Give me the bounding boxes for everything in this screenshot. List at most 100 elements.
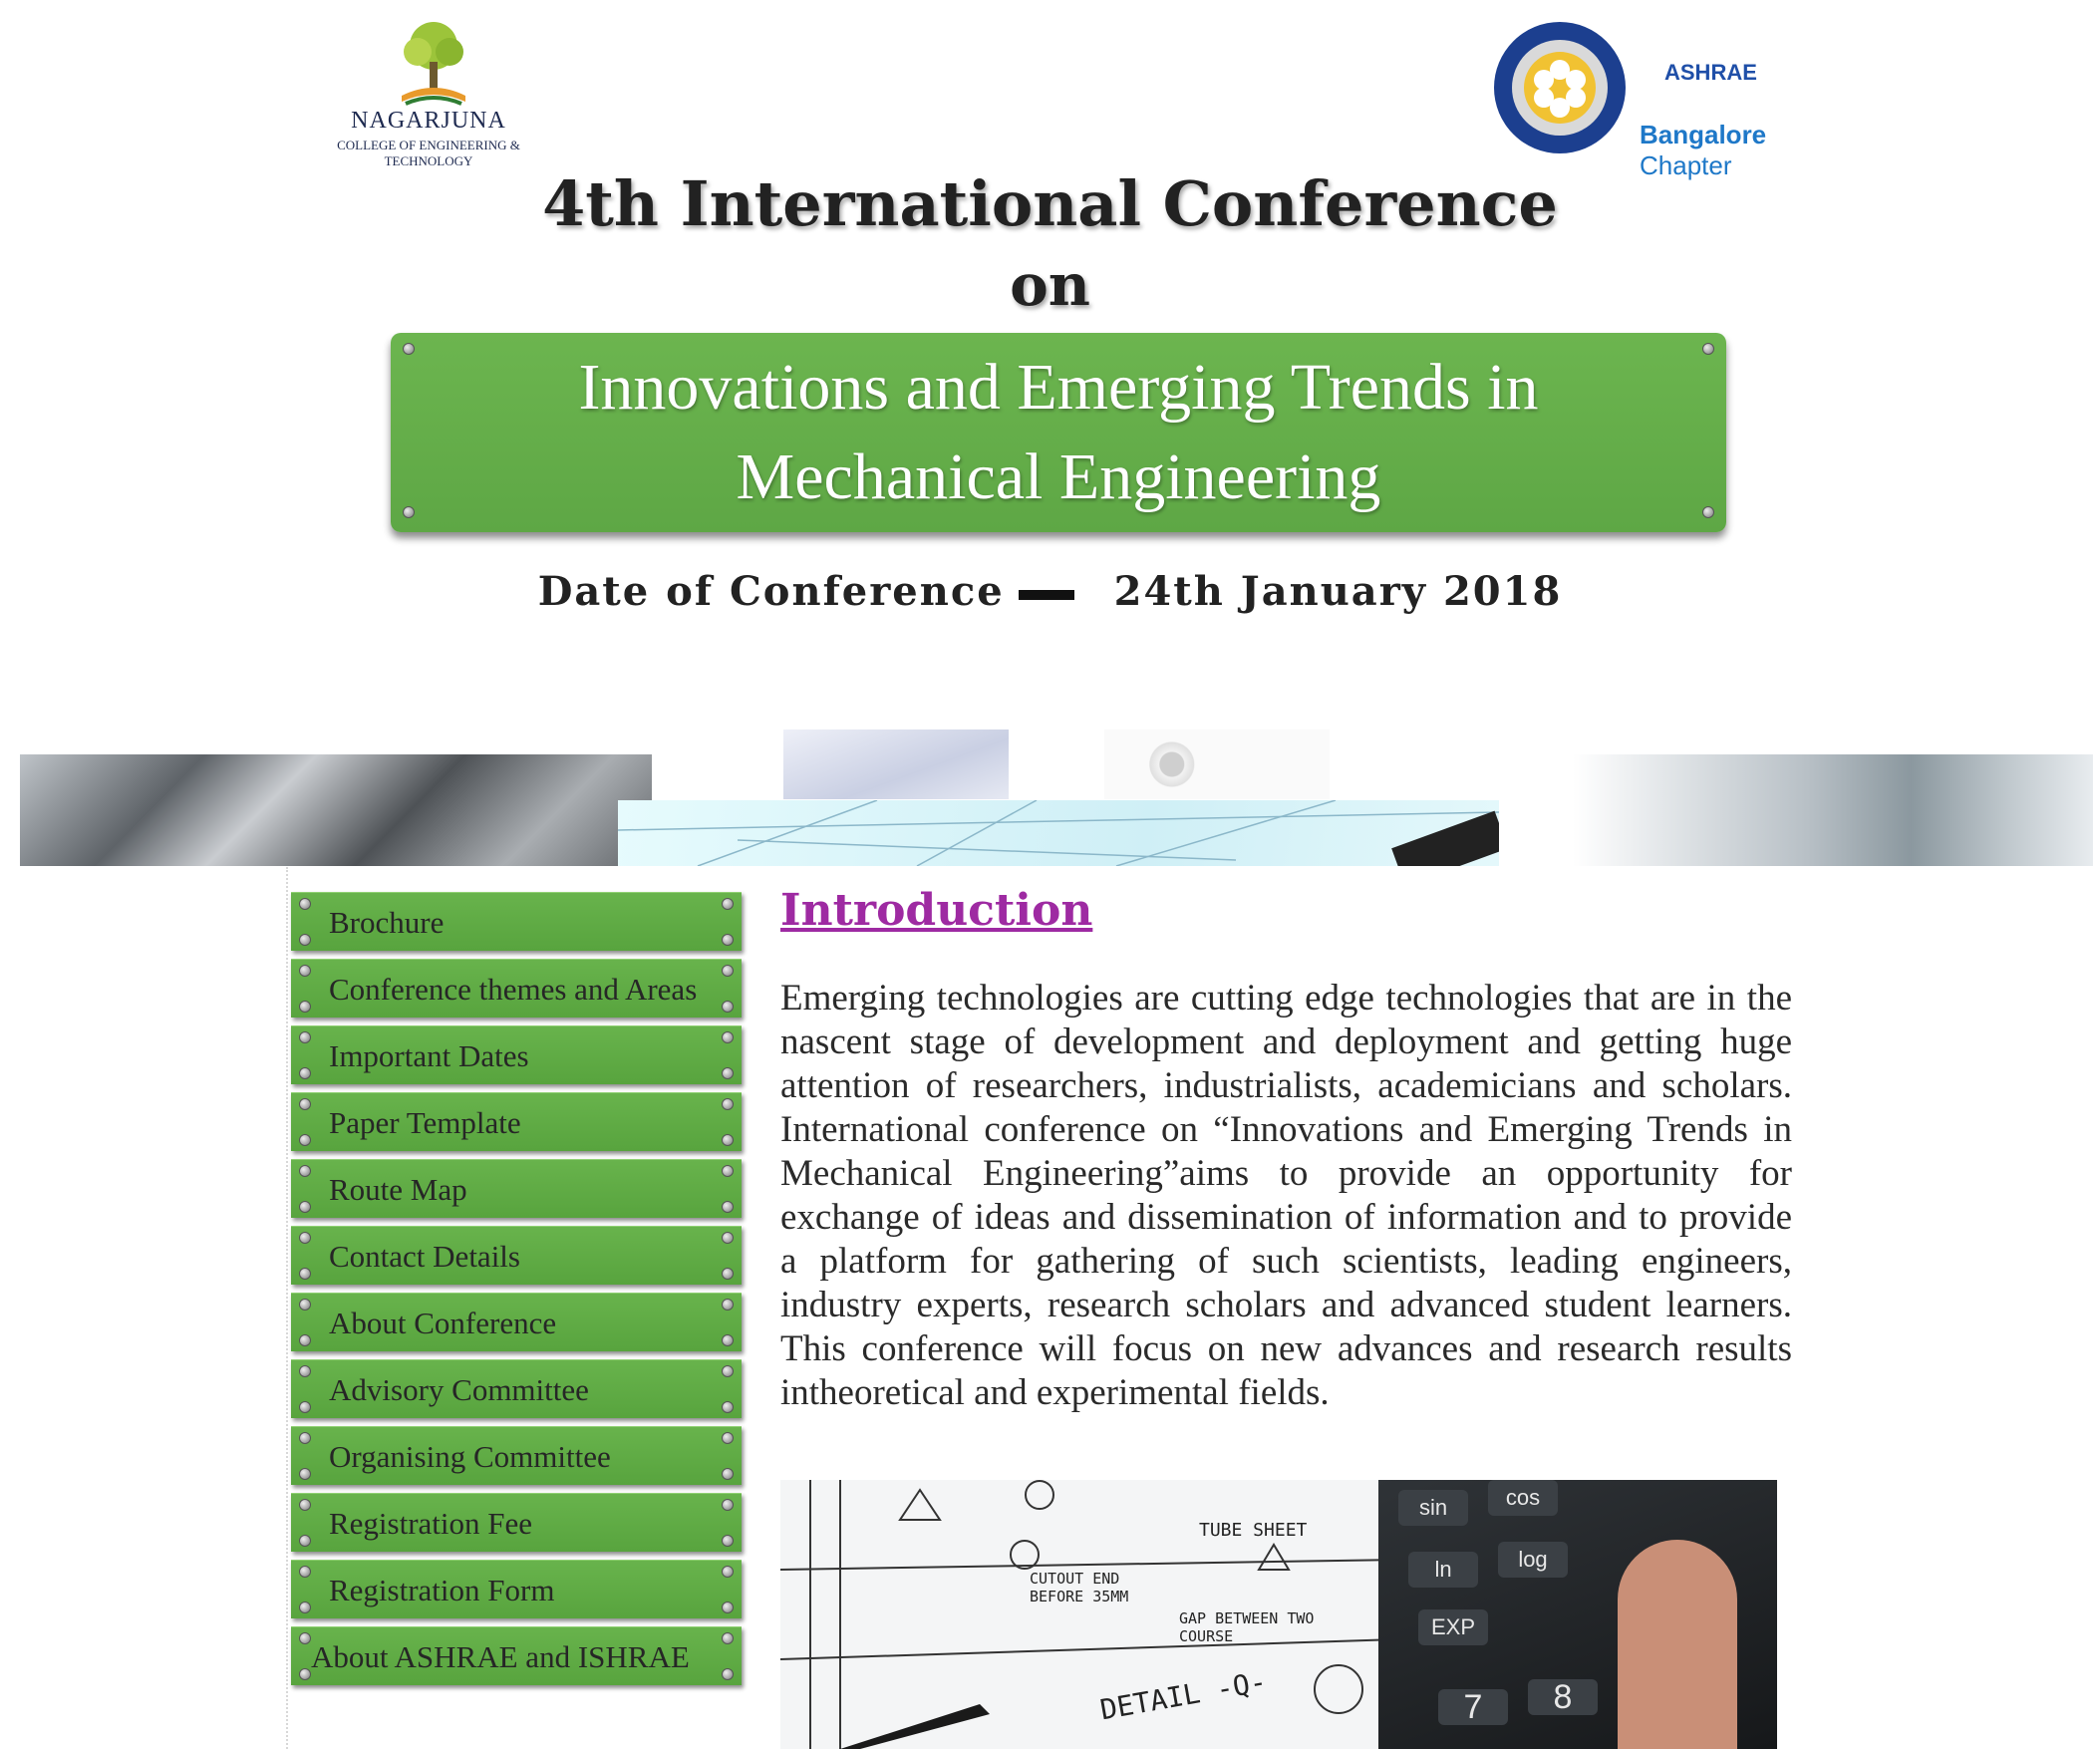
introduction-heading: Introduction [780,885,1093,936]
rivet-icon [299,1165,311,1177]
nav-label: Paper Template [329,1105,521,1140]
ashrae-logo: ASHRAE Bangalore Chapter [1490,18,1829,180]
blueprint-lines-icon [618,800,1499,866]
rivet-icon [722,1566,734,1578]
calculator-key: EXP [1418,1609,1488,1645]
nav-important-dates[interactable]: Important Dates [291,1025,742,1084]
rivet-icon [722,1468,734,1480]
calculator-key: ln [1408,1552,1478,1588]
nav-label: Route Map [329,1172,467,1207]
date-label: Date of Conference [537,568,1005,615]
conference-date: Date of Conference 24th January 2018 [0,568,2100,615]
drawing-note: GAP BETWEEN TWO COURSE [1179,1609,1315,1645]
nav-paper-template[interactable]: Paper Template [291,1092,742,1151]
rivet-icon [722,1668,734,1680]
banner-line-2: Mechanical Engineering [736,440,1381,513]
rivet-icon [299,1268,311,1280]
nav-label: Registration Form [329,1573,555,1607]
rivet-icon [722,1432,734,1444]
rivet-icon [722,1299,734,1311]
introduction-text: Emerging technologies are cutting edge t… [780,978,1792,1413]
engine-image [20,754,652,866]
conference-theme-banner: Innovations and Emerging Trends in Mecha… [391,333,1726,532]
rivet-icon [299,1334,311,1346]
rivet-icon [722,1632,734,1644]
rivet-icon [299,1499,311,1511]
rivet-icon [722,1232,734,1244]
rivet-icon [722,1001,734,1013]
nav-registration-form[interactable]: Registration Form [291,1560,742,1618]
rivet-icon [722,1268,734,1280]
rivet-icon [299,1134,311,1146]
calculator-key: cos [1488,1480,1558,1516]
nav-label: About ASHRAE and ISHRAE [311,1639,690,1674]
rivet-icon [299,1602,311,1613]
dash-divider [1018,590,1074,600]
rivet-icon [722,1535,734,1547]
finger-image [1618,1540,1737,1749]
date-value: 24th January 2018 [1113,568,1563,615]
nav-about-ashrae-ishrae[interactable]: About ASHRAE and ISHRAE [291,1626,742,1685]
nav-label: Organising Committee [329,1439,611,1474]
calculator-key: sin [1398,1490,1468,1526]
calculator-key: 8 [1528,1679,1598,1715]
rivet-icon [299,1566,311,1578]
nav-conference-themes[interactable]: Conference themes and Areas [291,959,742,1018]
blueprint-strip-image [618,800,1499,866]
tree-logo-icon [402,22,465,106]
rivet-icon [299,1232,311,1244]
rivet-icon [722,1499,734,1511]
pump-cutaway-image [1573,754,2093,866]
calculator: sin cos ln log EXP 7 8 [1378,1480,1777,1749]
rivet-icon [299,1668,311,1680]
paper-rolls-image [783,729,1009,799]
nav-registration-fee[interactable]: Registration Fee [291,1493,742,1552]
rivet-icon [299,1201,311,1213]
nav-contact-details[interactable]: Contact Details [291,1226,742,1285]
rivet-icon [299,934,311,946]
calculator-key: 7 [1438,1689,1508,1725]
rivet-icon [722,1098,734,1110]
rivet-icon [299,1001,311,1013]
rivet-icon [299,1098,311,1110]
rivet-icon [299,1365,311,1377]
nav-label: About Conference [329,1306,557,1340]
nav-advisory-committee[interactable]: Advisory Committee [291,1359,742,1418]
rivet-icon [299,1535,311,1547]
sidebar-nav: Brochure Conference themes and Areas Imp… [291,892,742,1693]
calculator-key: log [1498,1542,1568,1578]
nav-label: Advisory Committee [329,1372,589,1407]
nav-organising-committee[interactable]: Organising Committee [291,1426,742,1485]
rivet-icon [299,898,311,910]
rivet-icon [722,898,734,910]
rivet-icon [299,1031,311,1043]
conference-title: 4th International Conference [542,167,1558,240]
sidebar-divider [286,867,288,1749]
rivet-icon [299,1401,311,1413]
banner-line-1: Innovations and Emerging Trends in [578,351,1539,424]
rivet-icon [299,1299,311,1311]
rivet-icon [722,1201,734,1213]
nav-label: Registration Fee [329,1506,533,1541]
drawing-note: TUBE SHEET [1199,1520,1308,1541]
rivet-icon [299,1632,311,1644]
rivet-icon [722,965,734,977]
rivet-icon [299,965,311,977]
ashrae-wordmark: ASHRAE [1664,60,1757,85]
ishrae-seal-icon [1494,22,1626,153]
rivet-icon [722,1165,734,1177]
rivet-icon [722,1401,734,1413]
nav-brochure[interactable]: Brochure [291,892,742,951]
banner-text: Innovations and Emerging Trends in Mecha… [391,343,1726,522]
college-logo: NAGARJUNA COLLEGE OF ENGINEERING & TECHN… [294,18,563,168]
nav-label: Important Dates [329,1038,529,1073]
rivet-icon [722,1031,734,1043]
rivet-icon [722,934,734,946]
nav-route-map[interactable]: Route Map [291,1159,742,1218]
blueprint-calculator-photo: TUBE SHEET CUTOUT END BEFORE 35MM GAP BE… [780,1480,1777,1749]
rivet-icon [722,1067,734,1079]
college-name: NAGARJUNA [351,108,506,134]
rivet-icon [299,1468,311,1480]
rivet-icon [722,1365,734,1377]
nav-about-conference[interactable]: About Conference [291,1293,742,1351]
